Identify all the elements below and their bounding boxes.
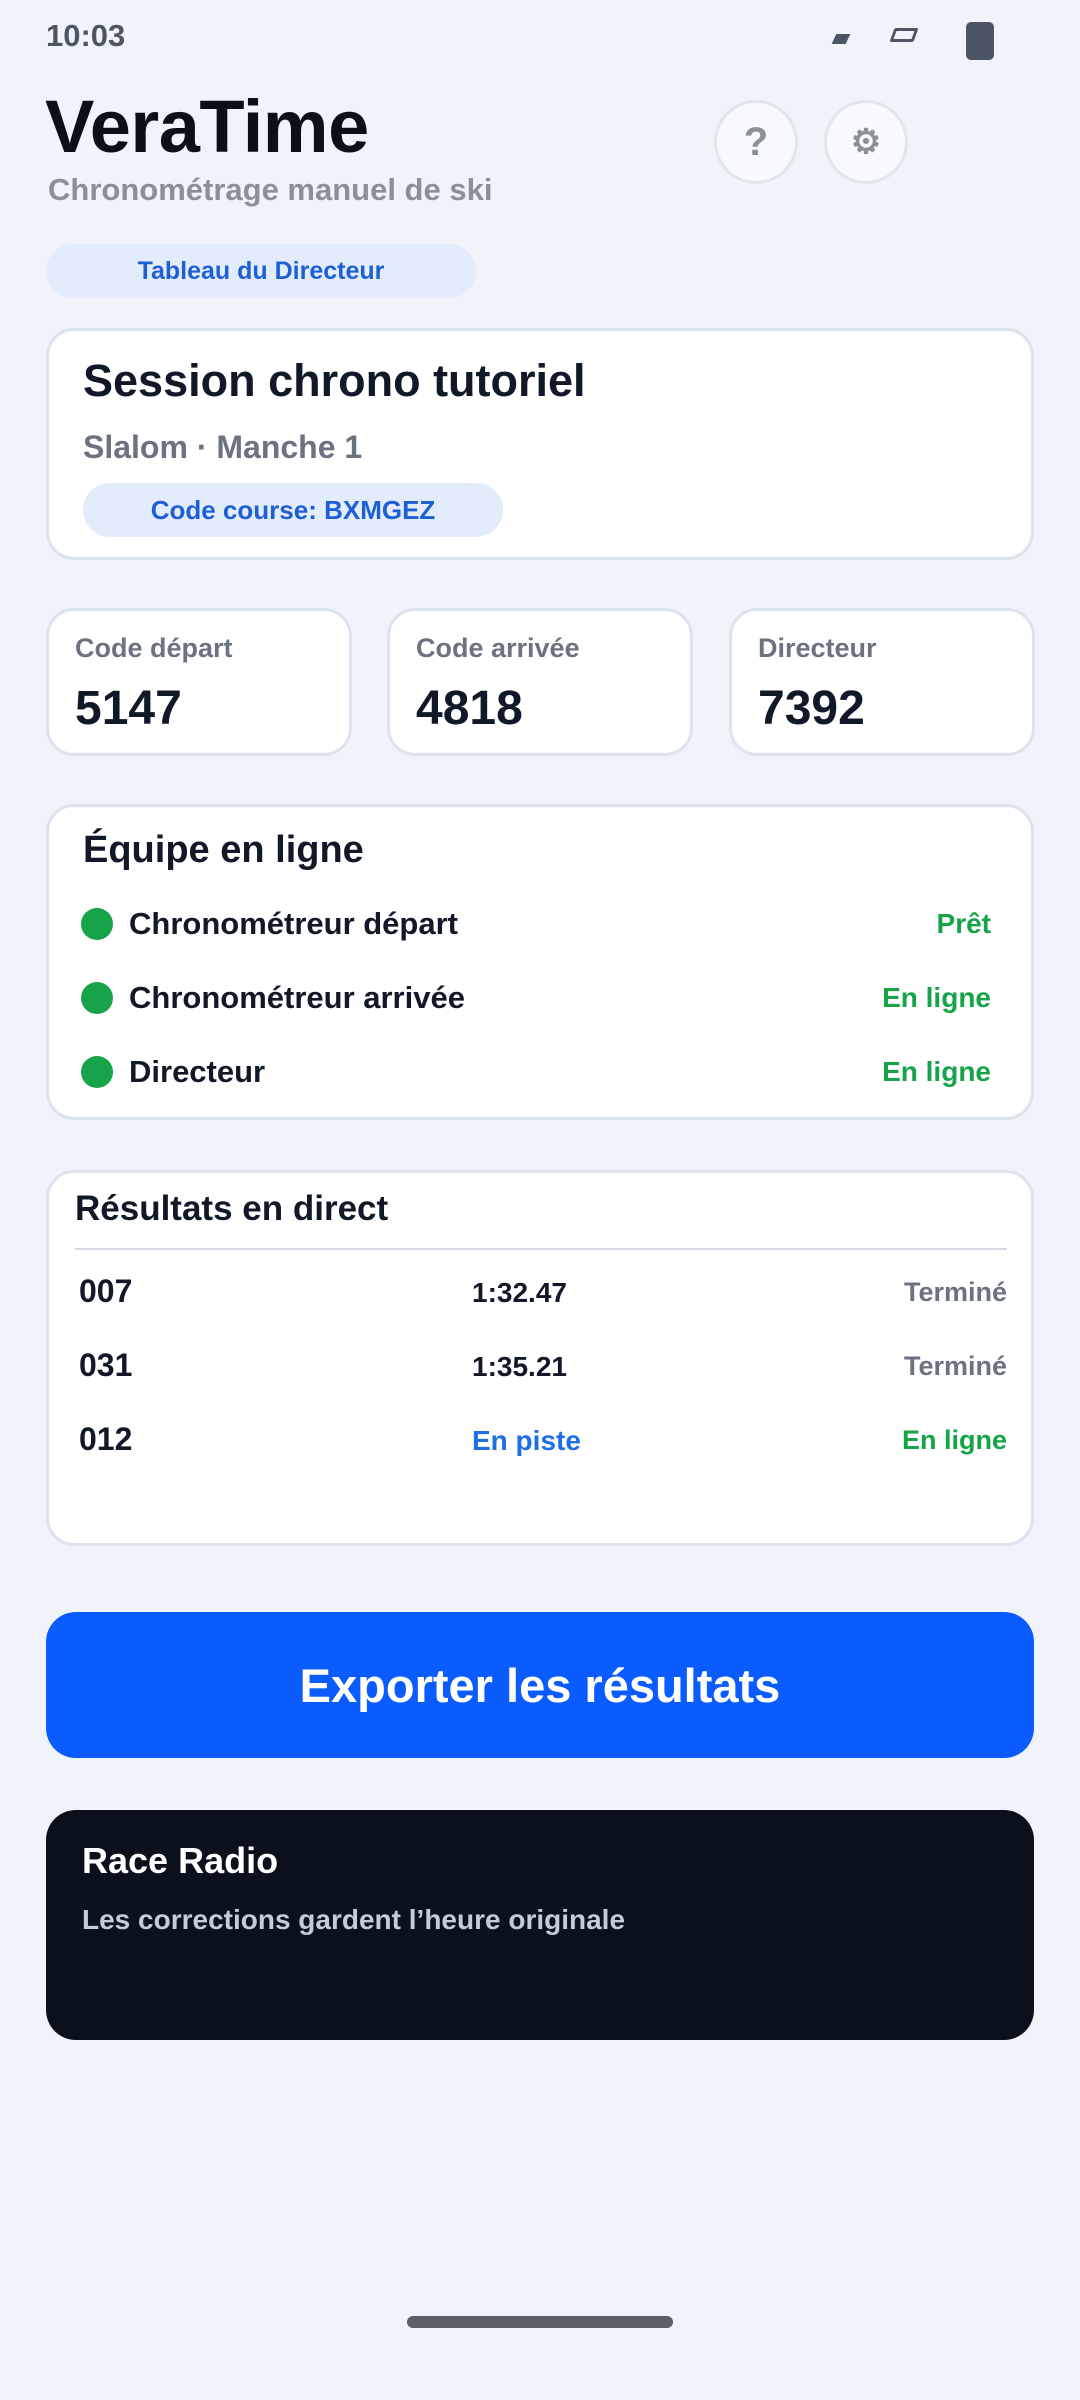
result-row[interactable]: 012 En piste En ligne bbox=[79, 1415, 1007, 1465]
result-bib: 031 bbox=[79, 1347, 133, 1383]
home-indicator[interactable] bbox=[407, 2316, 673, 2328]
result-time: 1:35.21 bbox=[472, 1351, 567, 1382]
team-member-status: En ligne bbox=[882, 1056, 991, 1087]
start-code-value: 5147 bbox=[75, 682, 182, 735]
help-button[interactable]: ? bbox=[714, 100, 798, 184]
result-bib: 012 bbox=[79, 1421, 133, 1457]
team-member-row: Chronométreur arrivée En ligne bbox=[81, 973, 1001, 1023]
course-code-badge: Code course: BXMGEZ bbox=[83, 483, 503, 537]
role-badge: Tableau du Directeur bbox=[46, 244, 476, 298]
finish-code-label: Code arrivée bbox=[416, 633, 580, 663]
status-time: 10:03 bbox=[46, 18, 126, 53]
online-dot-icon bbox=[81, 982, 113, 1014]
battery-icon bbox=[966, 22, 994, 60]
result-time: En piste bbox=[472, 1425, 581, 1456]
result-time: 1:32.47 bbox=[472, 1277, 567, 1308]
director-code-value: 7392 bbox=[758, 682, 865, 735]
online-dot-icon bbox=[81, 1056, 113, 1088]
session-title: Session chrono tutoriel bbox=[83, 355, 586, 406]
race-radio-card: Race Radio Les corrections gardent l’heu… bbox=[46, 1810, 1034, 2040]
result-status: En ligne bbox=[901, 1425, 1007, 1455]
app-title: VeraTime bbox=[45, 85, 369, 168]
wifi-icon bbox=[889, 28, 919, 42]
team-member-row: Chronométreur départ Prêt bbox=[81, 899, 1001, 949]
export-results-button[interactable]: Exporter les résultats bbox=[46, 1612, 1034, 1758]
team-member-name: Chronométreur arrivée bbox=[129, 980, 465, 1015]
result-status: Terminé bbox=[903, 1351, 1007, 1381]
start-code-card: Code départ 5147 bbox=[46, 608, 352, 756]
director-code-label: Directeur bbox=[758, 633, 877, 663]
race-radio-title: Race Radio bbox=[82, 1840, 279, 1881]
team-member-name: Chronométreur départ bbox=[129, 906, 458, 941]
app-subtitle: Chronométrage manuel de ski bbox=[48, 172, 493, 207]
session-subtitle: Slalom · Manche 1 bbox=[83, 429, 363, 465]
team-member-status: Prêt bbox=[936, 908, 991, 939]
result-row[interactable]: 031 1:35.21 Terminé bbox=[79, 1341, 1007, 1391]
result-bib: 007 bbox=[79, 1273, 133, 1309]
team-title: Équipe en ligne bbox=[83, 829, 364, 871]
live-results-card: Résultats en direct 007 1:32.47 Terminé … bbox=[46, 1170, 1034, 1546]
team-member-name: Directeur bbox=[129, 1054, 266, 1089]
session-card: Session chrono tutoriel Slalom · Manche … bbox=[46, 328, 1034, 560]
finish-code-card: Code arrivée 4818 bbox=[387, 608, 693, 756]
start-code-label: Code départ bbox=[75, 633, 233, 663]
race-radio-message: Les corrections gardent l’heure original… bbox=[82, 1904, 626, 1935]
results-divider bbox=[75, 1248, 1007, 1250]
online-dot-icon bbox=[81, 908, 113, 940]
team-member-row: Directeur En ligne bbox=[81, 1047, 1001, 1097]
finish-code-value: 4818 bbox=[416, 682, 523, 735]
gear-icon: ⚙ bbox=[850, 123, 882, 161]
results-title: Résultats en direct bbox=[75, 1189, 389, 1228]
team-online-card: Équipe en ligne Chronométreur départ Prê… bbox=[46, 804, 1034, 1120]
result-status: Terminé bbox=[903, 1277, 1007, 1307]
signal-icon bbox=[831, 34, 851, 44]
result-row[interactable]: 007 1:32.47 Terminé bbox=[79, 1267, 1007, 1317]
help-icon: ? bbox=[743, 119, 769, 164]
settings-button[interactable]: ⚙ bbox=[824, 100, 908, 184]
team-member-status: En ligne bbox=[882, 982, 991, 1013]
status-bar: 10:03 bbox=[0, 0, 1080, 72]
director-code-card: Directeur 7392 bbox=[729, 608, 1035, 756]
